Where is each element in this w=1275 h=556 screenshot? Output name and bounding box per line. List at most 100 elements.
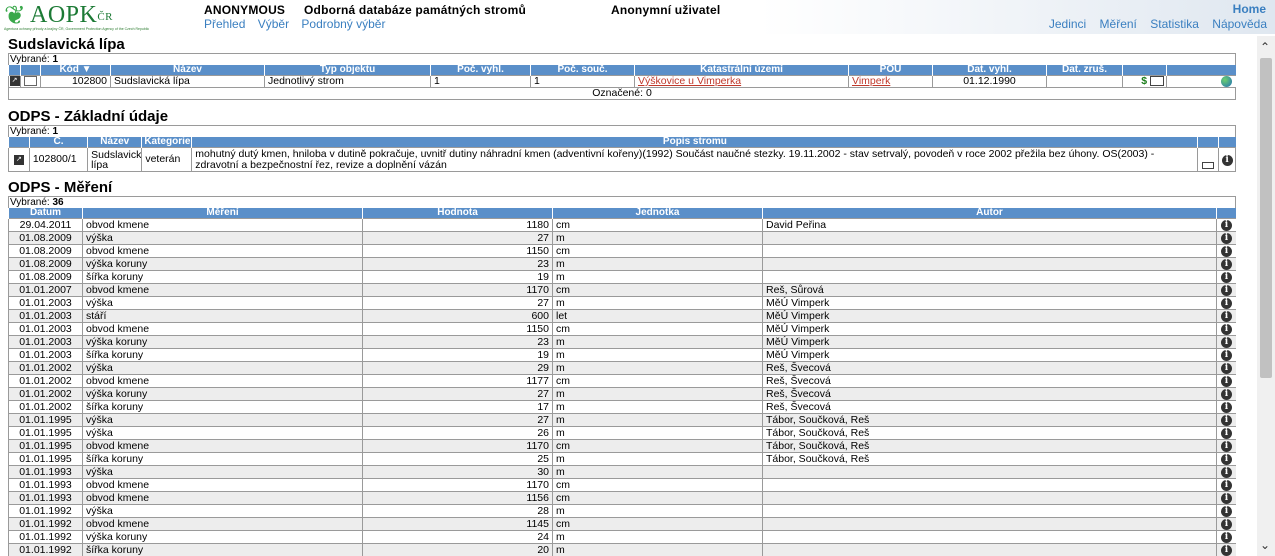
col-kod[interactable]: Kód ▼ xyxy=(40,65,111,76)
col-cislo[interactable]: Č. xyxy=(28,137,88,148)
basic-info-table: Č. Název Kategorie Popis stromu ↗ 102800… xyxy=(8,137,1236,173)
info-icon[interactable]: i xyxy=(1221,220,1232,231)
nav-prehled[interactable]: Přehled xyxy=(204,17,245,31)
col-katastralni-uzemi[interactable]: Katastrální území xyxy=(634,65,849,76)
open-detail-icon[interactable]: ↗ xyxy=(9,76,20,87)
info-icon[interactable]: i xyxy=(1221,493,1232,504)
info-icon[interactable]: i xyxy=(1221,154,1233,166)
nav-jedinci[interactable]: Jedinci xyxy=(1049,17,1086,31)
open-detail-icon[interactable]: ↗ xyxy=(13,154,24,165)
cell-hodnota: 27 xyxy=(362,231,553,246)
selected-count-measurements: Vybrané: 36 xyxy=(8,196,1236,209)
info-icon[interactable]: i xyxy=(1221,376,1232,387)
cell-datum: 01.01.1992 xyxy=(8,517,83,532)
pou-link[interactable]: Vimperk xyxy=(852,77,890,87)
col-typ-objektu[interactable]: Typ objektu xyxy=(264,65,431,76)
info-icon[interactable]: i xyxy=(1221,545,1232,556)
cell-hodnota: 1177 xyxy=(362,374,553,389)
cell-datum: 01.01.1993 xyxy=(8,478,83,493)
cell-autor: David Peřina xyxy=(762,218,1217,233)
katastralni-uzemi-link[interactable]: Výškovice u Vimperka xyxy=(638,77,741,87)
info-icon[interactable]: i xyxy=(1221,246,1232,257)
nav-mereni[interactable]: Měření xyxy=(1100,17,1137,31)
col-nazev[interactable]: Název xyxy=(110,65,265,76)
col-popis-stromu[interactable]: Popis stromu xyxy=(191,137,1198,148)
col-autor[interactable]: Autor xyxy=(762,208,1217,219)
cell-jednotka: m xyxy=(552,452,763,467)
print-icon[interactable] xyxy=(1202,162,1215,169)
cell-datum: 01.01.2003 xyxy=(8,296,83,311)
cell-autor: Reš, Švecová xyxy=(762,374,1217,389)
col-dat-zrus[interactable]: Dat. zruš. xyxy=(1046,65,1123,76)
section-title-tree: Sudslavická lípa xyxy=(8,36,125,53)
scroll-thumb[interactable] xyxy=(1260,58,1272,378)
col-poc-vyhl[interactable]: Poč. vyhl. xyxy=(430,65,531,76)
col-jednotka[interactable]: Jednotka xyxy=(552,208,763,219)
info-icon[interactable]: i xyxy=(1221,324,1232,335)
table-row: ↗ 102800 Sudslavická lípa Jednotlivý str… xyxy=(8,74,1236,89)
cell-hodnota: 19 xyxy=(362,270,553,285)
info-icon[interactable]: i xyxy=(1221,389,1232,400)
cell-jednotka: cm xyxy=(552,491,763,506)
info-icon[interactable]: i xyxy=(1221,233,1232,244)
col-info xyxy=(1216,208,1236,219)
cell-hodnota: 30 xyxy=(362,465,553,480)
leaf-logo-icon: ❦ xyxy=(4,0,26,30)
col-pou[interactable]: POÚ xyxy=(848,65,933,76)
info-icon[interactable]: i xyxy=(1221,259,1232,270)
info-icon[interactable]: i xyxy=(1221,441,1232,452)
col-poc-souc[interactable]: Poč. souč. xyxy=(530,65,635,76)
info-icon[interactable]: i xyxy=(1221,480,1232,491)
nav-podrobny-vyber[interactable]: Podrobný výběr xyxy=(301,17,385,31)
info-icon[interactable]: i xyxy=(1221,311,1232,322)
globe-map-icon[interactable] xyxy=(1221,76,1232,87)
cell-datum: 01.01.2007 xyxy=(8,283,83,298)
info-icon[interactable]: i xyxy=(1221,285,1232,296)
col-nazev[interactable]: Název xyxy=(87,137,142,148)
cell-mereni: obvod kmene xyxy=(82,491,363,506)
nav-statistika[interactable]: Statistika xyxy=(1150,17,1199,31)
home-link[interactable]: Home xyxy=(1233,2,1266,16)
col-kategorie[interactable]: Kategorie xyxy=(141,137,192,148)
cell-jednotka: m xyxy=(552,400,763,415)
dollar-icon[interactable]: $ xyxy=(1141,77,1147,87)
row-checkbox[interactable] xyxy=(24,76,37,87)
info-icon[interactable]: i xyxy=(1221,532,1232,543)
printer-icon[interactable] xyxy=(1150,76,1164,87)
info-icon[interactable]: i xyxy=(1221,428,1232,439)
cell-datum: 01.01.1995 xyxy=(8,452,83,467)
info-icon[interactable]: i xyxy=(1221,298,1232,309)
cell-autor xyxy=(762,465,1217,480)
page-scrollbar[interactable]: ⌃ ⌄ xyxy=(1257,36,1275,556)
cell-jednotka: cm xyxy=(552,283,763,298)
cell-datum: 01.08.2009 xyxy=(8,244,83,259)
col-dat-vyhl[interactable]: Dat. vyhl. xyxy=(932,65,1047,76)
cell-datum: 01.01.1995 xyxy=(8,439,83,454)
col-info xyxy=(1218,137,1236,148)
cell-datum: 01.01.2003 xyxy=(8,348,83,363)
aopk-logo[interactable]: ❦ AOPKČR Agentura ochrany přírody a kraj… xyxy=(4,2,200,32)
col-mereni[interactable]: Měření xyxy=(82,208,363,219)
info-icon[interactable]: i xyxy=(1221,337,1232,348)
cell-mereni: výška xyxy=(82,426,363,441)
cell-autor: Reš, Švecová xyxy=(762,400,1217,415)
cell-mereni: výška xyxy=(82,231,363,246)
info-icon[interactable]: i xyxy=(1221,467,1232,478)
scroll-down-icon[interactable]: ⌄ xyxy=(1260,538,1270,552)
col-hodnota[interactable]: Hodnota xyxy=(362,208,553,219)
info-icon[interactable]: i xyxy=(1221,415,1232,426)
col-datum[interactable]: Datum xyxy=(8,208,83,219)
info-icon[interactable]: i xyxy=(1221,402,1232,413)
cell-datum: 01.08.2009 xyxy=(8,231,83,246)
info-icon[interactable]: i xyxy=(1221,363,1232,374)
table-row: 01.01.1995 výška 26 m Tábor, Součková, Reš i xyxy=(8,426,1236,441)
scroll-up-icon[interactable]: ⌃ xyxy=(1260,40,1270,54)
info-icon[interactable]: i xyxy=(1221,272,1232,283)
nav-vyber[interactable]: Výběr xyxy=(258,17,289,31)
nav-napoveda[interactable]: Nápověda xyxy=(1212,17,1267,31)
info-icon[interactable]: i xyxy=(1221,519,1232,530)
info-icon[interactable]: i xyxy=(1221,454,1232,465)
info-icon[interactable]: i xyxy=(1221,506,1232,517)
info-icon[interactable]: i xyxy=(1221,350,1232,361)
table-row: 01.01.2002 výška 29 m Reš, Švecová i xyxy=(8,361,1236,376)
